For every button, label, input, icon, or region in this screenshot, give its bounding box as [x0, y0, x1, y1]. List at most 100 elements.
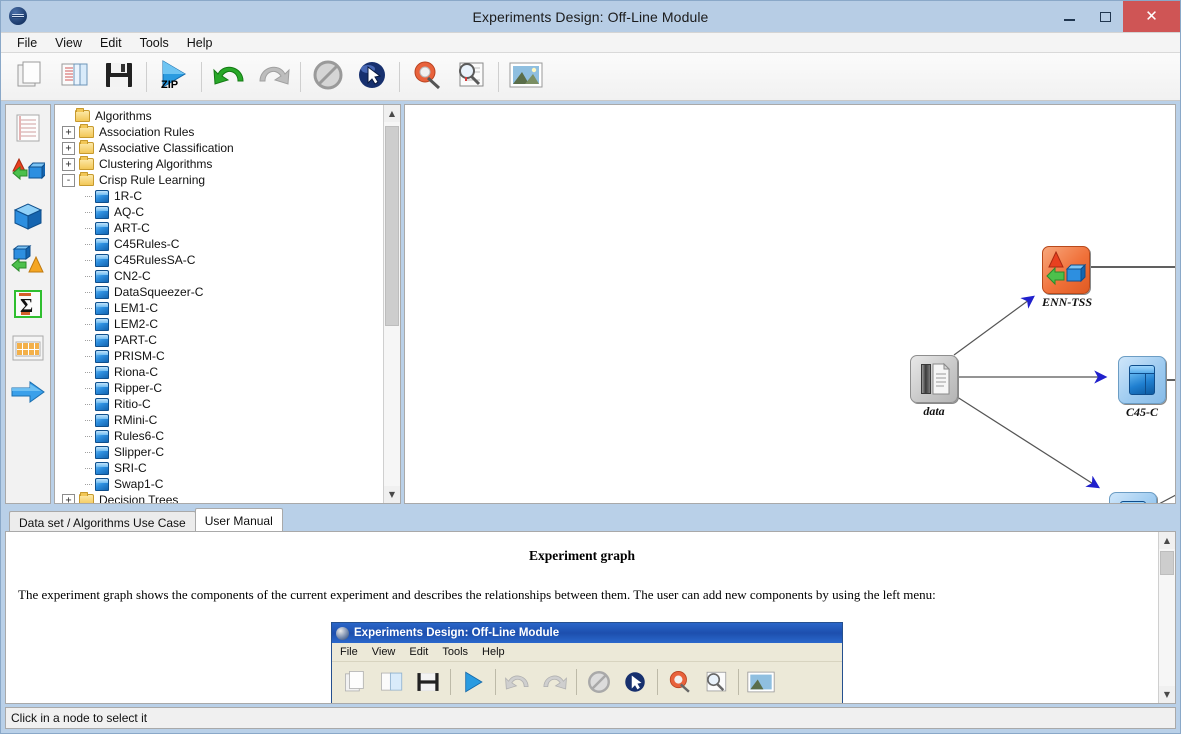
- graph-node-data[interactable]: data: [910, 355, 958, 419]
- minimize-button[interactable]: [1051, 1, 1087, 32]
- tree-item[interactable]: Slipper-C: [58, 444, 383, 460]
- nested-menu-item-view: View: [371, 646, 396, 658]
- menu-item-help[interactable]: Help: [179, 34, 221, 52]
- tree-item[interactable]: Riona-C: [58, 364, 383, 380]
- tree-item[interactable]: PRISM-C: [58, 348, 383, 364]
- tree-scroll-track[interactable]: [384, 122, 400, 486]
- tree-item[interactable]: PART-C: [58, 332, 383, 348]
- graph-node-xcs-c[interactable]: XCS-C: [1109, 492, 1157, 503]
- report-magnifier-icon: [455, 59, 487, 94]
- graph-node-c45-c[interactable]: C45-C: [1118, 356, 1166, 420]
- tree-item[interactable]: C45RulesSA-C: [58, 252, 383, 268]
- palette-visualization-button[interactable]: [8, 329, 48, 369]
- tree-vertical-scrollbar[interactable]: ▲ ▼: [383, 105, 400, 503]
- tree-item[interactable]: LEM1-C: [58, 300, 383, 316]
- tree-scroll-up-arrow-icon[interactable]: ▲: [384, 105, 400, 122]
- tree-scroll-down-arrow-icon[interactable]: ▼: [384, 486, 400, 503]
- title-bar: Experiments Design: Off-Line Module ✕: [1, 1, 1180, 32]
- manual-vertical-scrollbar[interactable]: ▲ ▼: [1158, 532, 1175, 703]
- tree-item[interactable]: LEM2-C: [58, 316, 383, 332]
- menu-item-view[interactable]: View: [47, 34, 90, 52]
- manual-scroll-track[interactable]: [1159, 549, 1175, 686]
- delete-node-button[interactable]: [306, 55, 350, 99]
- minimize-icon: [1063, 18, 1075, 21]
- tree-item[interactable]: C45Rules-C: [58, 236, 383, 252]
- svg-text:ZIP: ZIP: [161, 79, 178, 91]
- tree-item[interactable]: + Associative Classification: [58, 140, 383, 156]
- tab-user-manual[interactable]: User Manual: [194, 508, 283, 531]
- tree-connector: [85, 387, 92, 389]
- tree-expand-icon[interactable]: +: [62, 493, 75, 503]
- tree-item[interactable]: ART-C: [58, 220, 383, 236]
- new-document-icon: [15, 59, 47, 94]
- algorithm-cube-icon: [94, 301, 109, 315]
- tree-item[interactable]: Rules6-C: [58, 428, 383, 444]
- close-button[interactable]: ✕: [1123, 1, 1180, 32]
- tree-collapse-icon[interactable]: -: [62, 173, 75, 187]
- tree-expand-icon[interactable]: +: [62, 141, 75, 155]
- tree-item-label: Slipper-C: [114, 445, 165, 459]
- algorithm-cube-icon: [94, 461, 109, 475]
- tree-item[interactable]: + Association Rules: [58, 124, 383, 140]
- tree-scroll-thumb[interactable]: [385, 126, 399, 326]
- tree-item[interactable]: Algorithms: [58, 108, 383, 124]
- palette-statistical-tests-button[interactable]: Σ: [8, 285, 48, 325]
- algorithms-tree[interactable]: Algorithms + Association Rules + Associative…: [55, 105, 383, 503]
- cursor-sphere-icon: [356, 59, 388, 94]
- close-icon: ✕: [1145, 7, 1158, 25]
- tree-item[interactable]: Ritio-C: [58, 396, 383, 412]
- palette-connect-nodes-button[interactable]: [8, 373, 48, 413]
- save-experiment-button[interactable]: [97, 55, 141, 99]
- algorithm-cube-icon: [94, 205, 109, 219]
- tree-item-label: SRI-C: [114, 461, 147, 475]
- tree-item-label: C45Rules-C: [114, 237, 180, 251]
- window-controls: ✕: [1051, 1, 1180, 32]
- select-node-button[interactable]: [350, 55, 394, 99]
- palette-methods-button[interactable]: [8, 197, 48, 237]
- redo-button[interactable]: [251, 55, 295, 99]
- tree-item[interactable]: AQ-C: [58, 204, 383, 220]
- inspect-report-button[interactable]: [449, 55, 493, 99]
- tree-connector: [85, 355, 92, 357]
- menu-item-file[interactable]: File: [9, 34, 45, 52]
- tree-item[interactable]: + Decision Trees: [58, 492, 383, 503]
- new-experiment-button[interactable]: [9, 55, 53, 99]
- floppy-save-icon: [103, 59, 135, 94]
- manual-scroll-thumb[interactable]: [1160, 551, 1174, 575]
- tree-expand-icon[interactable]: +: [62, 157, 75, 171]
- tree-item[interactable]: RMini-C: [58, 412, 383, 428]
- experiment-graph-canvas[interactable]: data ENN-TSS C45-C: [404, 104, 1176, 504]
- palette-preprocess-button[interactable]: [8, 153, 48, 193]
- tree-item[interactable]: CN2-C: [58, 268, 383, 284]
- tree-item[interactable]: SRI-C: [58, 460, 383, 476]
- palette-postprocess-button[interactable]: [8, 241, 48, 281]
- nested-title-bar: Experiments Design: Off-Line Module: [332, 623, 842, 643]
- tree-item[interactable]: Ripper-C: [58, 380, 383, 396]
- tree-item[interactable]: DataSqueezer-C: [58, 284, 383, 300]
- export-zip-button[interactable]: ZIP: [152, 55, 196, 99]
- tree-item-label: C45RulesSA-C: [114, 253, 196, 267]
- maximize-button[interactable]: [1087, 1, 1123, 32]
- algorithms-tree-panel[interactable]: Algorithms + Association Rules + Associative…: [54, 104, 401, 504]
- tree-item[interactable]: - Crisp Rule Learning: [58, 172, 383, 188]
- nested-toolbar-separator: [450, 669, 451, 695]
- menu-item-edit[interactable]: Edit: [92, 34, 130, 52]
- menu-item-tools[interactable]: Tools: [132, 34, 177, 52]
- graph-node-enn-tss[interactable]: ENN-TSS: [1042, 246, 1092, 310]
- open-experiment-button[interactable]: [53, 55, 97, 99]
- undo-button[interactable]: [207, 55, 251, 99]
- tree-expand-icon[interactable]: +: [62, 125, 75, 139]
- manual-scroll-up-arrow-icon[interactable]: ▲: [1159, 532, 1175, 549]
- tab-data-set-algorithms-use-case[interactable]: Data set / Algorithms Use Case: [9, 511, 196, 531]
- zoom-lifebuoy-button[interactable]: [405, 55, 449, 99]
- manual-scroll-down-arrow-icon[interactable]: ▼: [1159, 686, 1175, 703]
- graph-node-label: C45-C: [1125, 405, 1158, 419]
- tree-item[interactable]: Swap1-C: [58, 476, 383, 492]
- main-toolbar: ZIP: [1, 53, 1180, 101]
- tree-item[interactable]: 1R-C: [58, 188, 383, 204]
- tree-item[interactable]: + Clustering Algorithms: [58, 156, 383, 172]
- folder-icon: [79, 124, 94, 138]
- palette-datasets-button[interactable]: [8, 109, 48, 149]
- tree-item-label: Rules6-C: [114, 429, 165, 443]
- graph-image-button[interactable]: [504, 55, 548, 99]
